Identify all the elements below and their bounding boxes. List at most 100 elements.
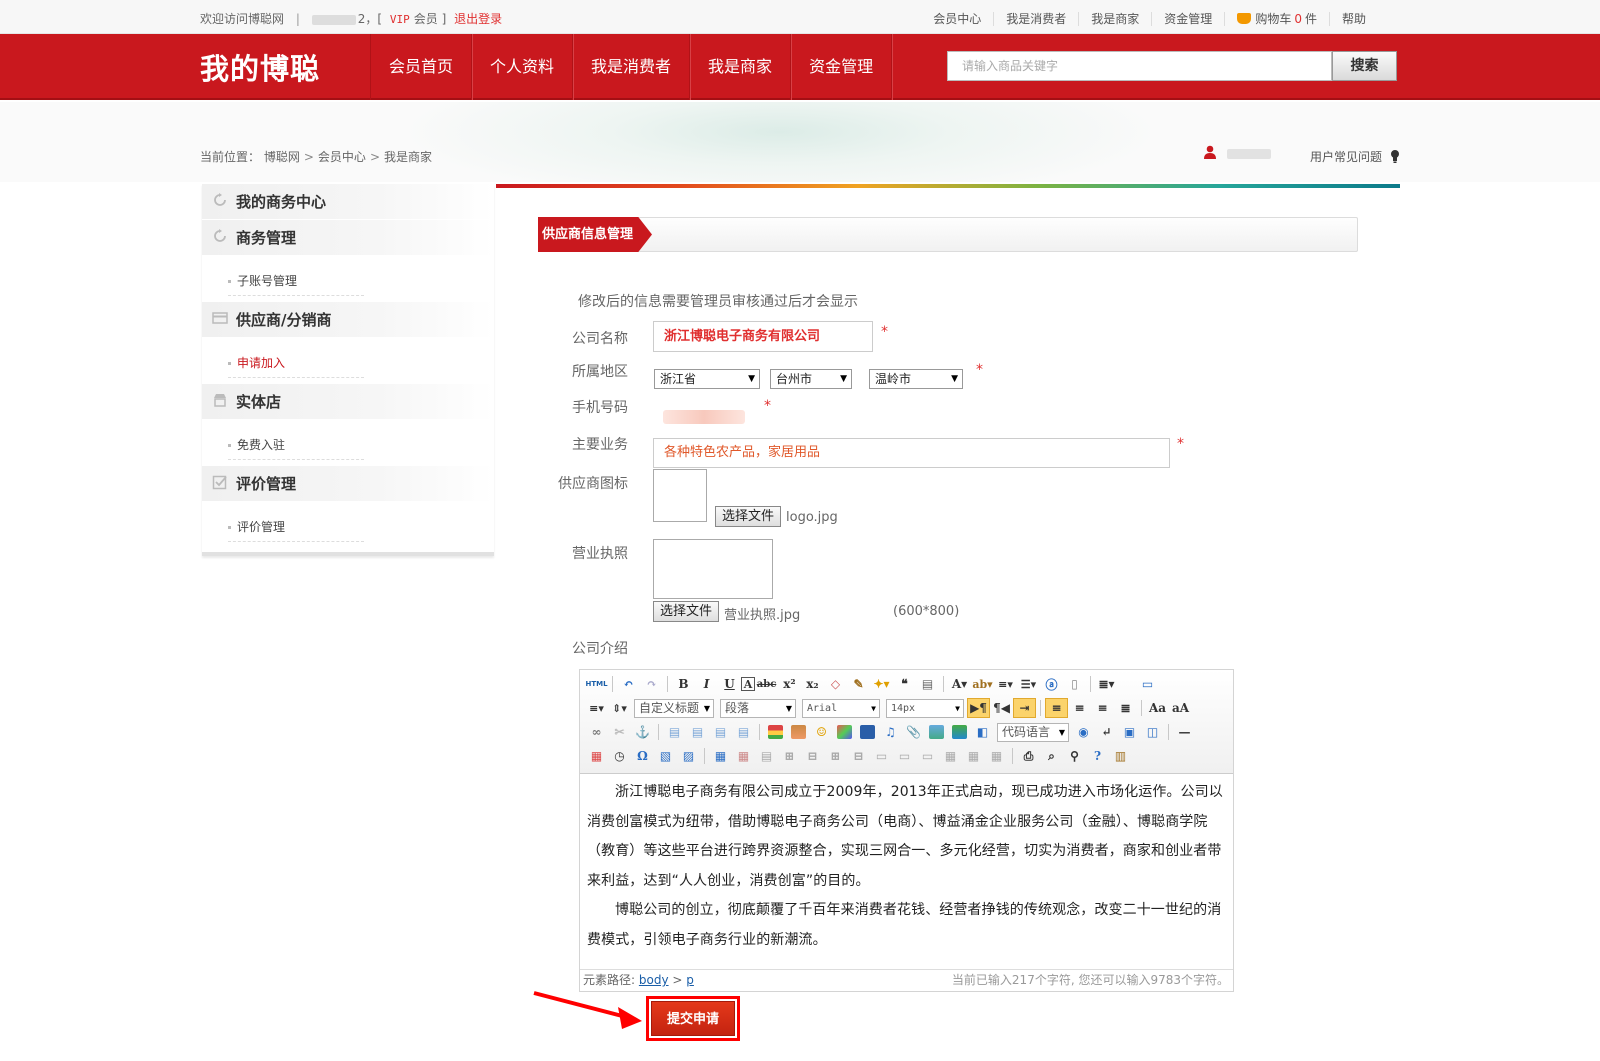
snapscreen-icon[interactable]: ▨ <box>677 746 700 766</box>
font-color-icon[interactable]: A▾ <box>948 674 971 694</box>
sidebar-item-free-entry[interactable]: 免费入驻 <box>228 436 364 460</box>
toplink-consumer[interactable]: 我是消费者 <box>993 12 1079 26</box>
music-icon[interactable]: ♫ <box>879 722 902 742</box>
line-height-icon[interactable]: ⇕▾ <box>608 698 631 718</box>
business-field[interactable]: 各种特色农产品，家居用品 <box>653 438 1170 468</box>
page-break-icon[interactable]: ↵ <box>1095 722 1118 742</box>
toplink-help[interactable]: 帮助 <box>1328 12 1378 26</box>
custom-heading-select[interactable]: 自定义标题 ▼ <box>634 698 714 718</box>
font-border-icon[interactable]: A <box>741 677 755 691</box>
toplink-funds[interactable]: 资金管理 <box>1151 12 1225 26</box>
insert-col-icon[interactable]: ⊞ <box>824 746 847 766</box>
province-select[interactable]: 浙江省 ▼ <box>654 369 760 389</box>
code-language-select[interactable]: 代码语言 ▼ <box>997 722 1069 742</box>
align-center-icon[interactable]: ≡ <box>1068 698 1091 718</box>
format-brush-icon[interactable]: ✎ <box>847 674 870 694</box>
company-name-field[interactable]: 浙江博聪电子商务有限公司 <box>653 321 873 352</box>
merge-right-icon[interactable]: ▭ <box>893 746 916 766</box>
bold-icon[interactable]: B <box>672 674 695 694</box>
toplink-merchant[interactable]: 我是商家 <box>1078 12 1152 26</box>
sidebar-head-business-mgmt[interactable]: 商务管理 <box>202 220 494 256</box>
subscript-icon[interactable]: x₂ <box>801 674 824 694</box>
unlink-icon[interactable]: ✂ <box>608 722 631 742</box>
italic-icon[interactable]: I <box>695 674 718 694</box>
merge-down-icon[interactable]: ▭ <box>916 746 939 766</box>
nav-member-home[interactable]: 会员首页 <box>371 34 473 100</box>
nav-profile[interactable]: 个人资料 <box>472 34 574 100</box>
blockquote-icon[interactable]: ❝ <box>893 674 916 694</box>
attachment-icon[interactable]: 📎 <box>902 722 925 742</box>
align-right-icon[interactable]: ≡ <box>1091 698 1114 718</box>
special-char-icon[interactable]: Ω <box>631 746 654 766</box>
strikethrough-icon[interactable]: abc <box>755 674 778 694</box>
print-icon[interactable]: ⎙ <box>1017 746 1040 766</box>
site-logo[interactable]: 我的博聪 <box>200 46 320 88</box>
toplink-member-center[interactable]: 会员中心 <box>921 12 993 26</box>
rtl-direction-icon[interactable]: ¶◀ <box>990 698 1013 718</box>
background-icon[interactable]: ◫ <box>1141 722 1164 742</box>
image-icon[interactable] <box>764 722 787 742</box>
unordered-list-icon[interactable]: ☰▾ <box>1017 674 1040 694</box>
image-center-icon[interactable]: ▤ <box>732 722 755 742</box>
insert-frame-icon[interactable]: ◧ <box>971 722 994 742</box>
search-input[interactable] <box>947 51 1332 81</box>
time-icon[interactable]: ◷ <box>608 746 631 766</box>
select-all-icon[interactable]: ⓐ <box>1040 674 1063 694</box>
date-icon[interactable]: ▦ <box>585 746 608 766</box>
ltr-direction-icon[interactable]: ▶¶ <box>967 698 990 718</box>
image-none-icon[interactable]: ▤ <box>663 722 686 742</box>
superscript-icon[interactable]: x² <box>778 674 801 694</box>
search-button[interactable]: 搜索 <box>1332 51 1397 81</box>
delete-col-icon[interactable]: ⊟ <box>847 746 870 766</box>
sidebar-item-review-mgmt[interactable]: 评价管理 <box>228 518 364 542</box>
emotion-icon[interactable]: ☺ <box>810 722 833 742</box>
editor-body[interactable]: 浙江博聪电子商务有限公司成立于2009年，2013年正式启动，现已成功进入市场化… <box>587 778 1227 968</box>
html-source-button[interactable]: HTML <box>585 674 608 694</box>
sidebar-head-business-center[interactable]: 我的商务中心 <box>202 184 494 220</box>
search-replace-icon[interactable]: ⚲ <box>1063 746 1086 766</box>
sidebar-head-supplier[interactable]: 供应商/分销商 <box>202 302 494 338</box>
delete-table-icon[interactable]: ▦ <box>732 746 755 766</box>
row-spacing-top-icon[interactable]: ≣▾ <box>1095 674 1118 694</box>
background-color-icon[interactable]: ab▾ <box>971 674 994 694</box>
underline-icon[interactable]: U <box>718 674 741 694</box>
nav-consumer[interactable]: 我是消费者 <box>573 34 691 100</box>
faq-link[interactable]: 用户常见问题 <box>1310 148 1400 165</box>
undo-icon[interactable]: ↶ <box>617 674 640 694</box>
phone-field-blurred[interactable] <box>663 410 745 424</box>
split-cols-icon[interactable]: ▦ <box>985 746 1008 766</box>
scrawl-icon[interactable] <box>833 722 856 742</box>
wordimage-icon[interactable]: ▧ <box>654 746 677 766</box>
paragraph-select[interactable]: 段落 ▼ <box>720 698 796 718</box>
paste-text-icon[interactable]: ▤ <box>916 674 939 694</box>
auto-format-icon[interactable]: ✦▾ <box>870 674 893 694</box>
align-justify-icon[interactable]: ≣ <box>1114 698 1137 718</box>
insert-table-icon[interactable]: ▦ <box>709 746 732 766</box>
sidebar-head-review[interactable]: 评价管理 <box>202 466 494 502</box>
logout-link[interactable]: 退出登录 <box>454 12 502 26</box>
preview-doc-icon[interactable]: ⌕ <box>1040 746 1063 766</box>
delete-row-icon[interactable]: ⊟ <box>801 746 824 766</box>
nav-funds[interactable]: 资金管理 <box>791 34 893 100</box>
web-app-icon[interactable]: ◉ <box>1072 722 1095 742</box>
district-select[interactable]: 温岭市 ▼ <box>869 369 963 389</box>
split-cells-icon[interactable]: ▦ <box>939 746 962 766</box>
gmap-icon[interactable] <box>948 722 971 742</box>
ordered-list-icon[interactable]: ≡▾ <box>994 674 1017 694</box>
eraser-icon[interactable]: ◇ <box>824 674 847 694</box>
multi-image-icon[interactable] <box>787 722 810 742</box>
nav-merchant[interactable]: 我是商家 <box>690 34 792 100</box>
insert-row-icon[interactable]: ⊞ <box>778 746 801 766</box>
merge-cells-icon[interactable]: ▭ <box>870 746 893 766</box>
help-icon[interactable]: ? <box>1086 746 1109 766</box>
template-icon[interactable]: ▣ <box>1118 722 1141 742</box>
split-rows-icon[interactable]: ▦ <box>962 746 985 766</box>
paragraph-format-icon[interactable]: ≡▾ <box>585 698 608 718</box>
license-file-button[interactable]: 选择文件 <box>653 601 720 622</box>
drafts-icon[interactable]: ▥ <box>1109 746 1132 766</box>
image-right-icon[interactable]: ▤ <box>709 722 732 742</box>
path-p-link[interactable]: p <box>686 973 694 987</box>
sidebar-head-store[interactable]: 实体店 <box>202 384 494 420</box>
redo-icon[interactable]: ↷ <box>640 674 663 694</box>
font-family-select[interactable]: Arial ▼ <box>802 698 880 718</box>
